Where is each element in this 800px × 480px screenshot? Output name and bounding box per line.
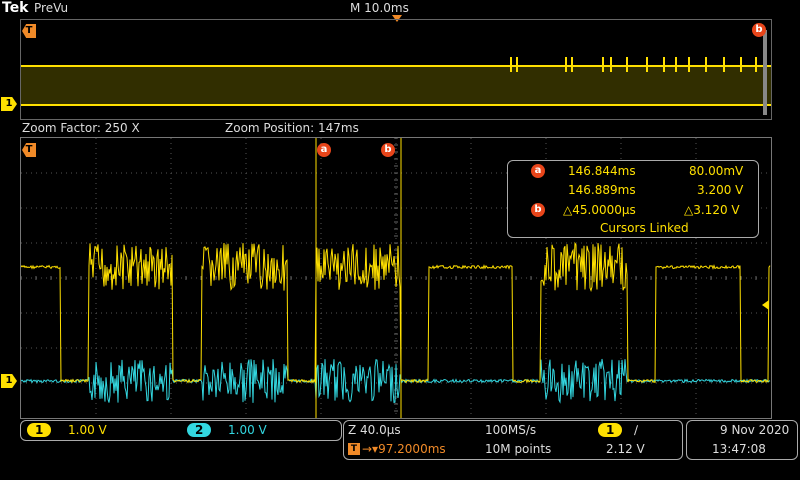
cursor-b-time: 146.889ms bbox=[568, 183, 636, 197]
overview-waveform[interactable] bbox=[20, 19, 772, 120]
trigger-source-badge[interactable]: 1 bbox=[598, 423, 623, 437]
trigger-level-icon[interactable] bbox=[762, 300, 769, 310]
datetime-panel[interactable]: 9 Nov 2020 13:47:08 bbox=[686, 420, 798, 460]
trigger-slope-icon: ∕ bbox=[634, 423, 639, 437]
acquisition-panel[interactable]: Z 40.0µs T →▾97.2000ms 100MS/s 10M point… bbox=[343, 420, 683, 460]
cursor-a-value: 80.00mV bbox=[689, 164, 744, 178]
mode-label: PreVu bbox=[34, 1, 69, 15]
overview-ch1-marker-icon[interactable]: 1 bbox=[1, 97, 17, 111]
cursor-delta-time: △45.0000µs bbox=[563, 203, 636, 217]
brand-logo: Tek bbox=[2, 0, 29, 16]
ch2-waveform bbox=[21, 358, 771, 404]
record-length: 10M points bbox=[485, 442, 552, 456]
zoom-position-label: Zoom Position: 147ms bbox=[225, 121, 359, 135]
trigger-level: 2.12 V bbox=[606, 442, 645, 456]
zoom-factor-label: Zoom Factor: 250 X bbox=[22, 121, 140, 135]
ch1-ground-marker-icon[interactable]: 1 bbox=[1, 374, 17, 388]
cursor-a-time: 146.844ms bbox=[568, 164, 636, 178]
sample-rate: 100MS/s bbox=[485, 423, 537, 437]
channel-scale-panel[interactable]: 1 1.00 V 2 1.00 V bbox=[20, 420, 342, 441]
ch1-badge[interactable]: 1 bbox=[27, 423, 52, 437]
overview-cursor-b-icon[interactable]: b bbox=[752, 23, 766, 37]
cursor-delta-value: △3.120 V bbox=[684, 203, 740, 217]
ch1-scale: 1.00 V bbox=[68, 423, 107, 437]
date-label: 9 Nov 2020 bbox=[720, 423, 790, 437]
cursor-b-value: 3.200 V bbox=[697, 183, 744, 197]
timebase-label: M 10.0ms bbox=[350, 1, 409, 15]
cursor-b-icon[interactable]: b bbox=[381, 143, 395, 157]
cursor-a-icon[interactable]: a bbox=[317, 143, 331, 157]
ch2-scale: 1.00 V bbox=[228, 423, 267, 437]
cursors-linked-label: Cursors Linked bbox=[600, 221, 689, 235]
zoom-scale: Z 40.0µs bbox=[348, 423, 401, 437]
readout-cursor-a-icon: a bbox=[531, 164, 545, 178]
trigger-position: →▾97.2000ms bbox=[362, 442, 446, 456]
ch2-badge[interactable]: 2 bbox=[187, 423, 212, 437]
readout-cursor-b-icon: b bbox=[531, 203, 545, 217]
cursor-readout-panel: a 146.844ms 80.00mV 146.889ms 3.200 V b … bbox=[507, 160, 759, 238]
trigger-t-icon: T bbox=[348, 443, 360, 455]
time-label: 13:47:08 bbox=[712, 442, 766, 456]
